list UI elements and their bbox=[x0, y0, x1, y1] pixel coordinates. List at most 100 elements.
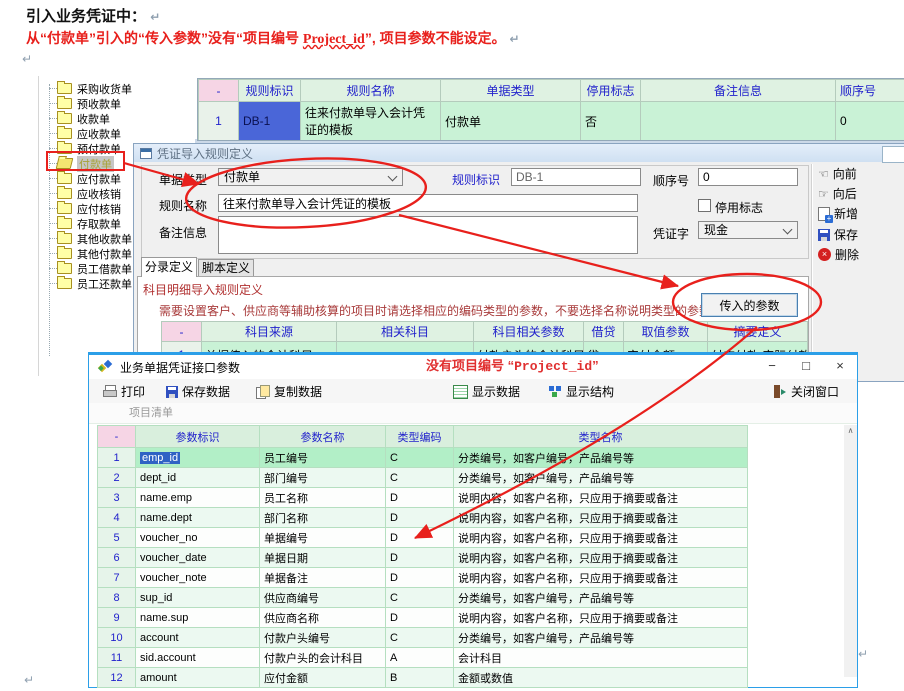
type-name-cell[interactable]: 说明内容，如客户名称，只应用于摘要或备注 bbox=[454, 508, 748, 528]
row-number-cell[interactable]: 9 bbox=[98, 608, 136, 628]
param-name-cell[interactable]: 员工编号 bbox=[260, 448, 386, 468]
type-name-cell[interactable]: 会计科目 bbox=[454, 648, 748, 668]
doc-type-combobox[interactable]: 付款单 bbox=[218, 168, 403, 186]
param-id-cell[interactable]: emp_id bbox=[136, 448, 260, 468]
param-name-cell[interactable]: 应付金额 bbox=[260, 668, 386, 688]
param-name-cell[interactable]: 供应商名称 bbox=[260, 608, 386, 628]
rule-id-field[interactable] bbox=[511, 168, 641, 186]
row-number-cell[interactable]: 11 bbox=[98, 648, 136, 668]
row-number-cell[interactable]: 10 bbox=[98, 628, 136, 648]
minimize-button[interactable]: − bbox=[761, 357, 783, 375]
param-name-cell[interactable]: 单据备注 bbox=[260, 568, 386, 588]
param-id-cell[interactable]: name.dept bbox=[136, 508, 260, 528]
note-field[interactable] bbox=[218, 216, 638, 254]
window-control-partial[interactable] bbox=[882, 146, 904, 163]
type-name-cell[interactable]: 分类编号，如客户编号，产品编号等 bbox=[454, 588, 748, 608]
table-row[interactable]: 1 DB-1 往来付款单导入会计凭证的模板 付款单 否 0 bbox=[199, 102, 904, 141]
param-id-cell[interactable]: name.emp bbox=[136, 488, 260, 508]
rule-name-cell[interactable]: 往来付款单导入会计凭证的模板 bbox=[301, 102, 441, 141]
order-field[interactable] bbox=[698, 168, 798, 186]
table-row[interactable]: 9 name.sup 供应商名称 D 说明内容，如客户名称，只应用于摘要或备注 bbox=[98, 608, 748, 628]
show-structure-button[interactable]: 显示结构 bbox=[548, 383, 614, 400]
save-data-button[interactable]: 保存数据 bbox=[166, 383, 230, 400]
param-id-cell[interactable]: dept_id bbox=[136, 468, 260, 488]
row-number-cell[interactable]: 12 bbox=[98, 668, 136, 688]
disabled-flag-cell[interactable]: 否 bbox=[581, 102, 641, 141]
copy-data-button[interactable]: 复制数据 bbox=[256, 383, 322, 400]
type-code-cell[interactable]: D bbox=[386, 508, 454, 528]
show-data-button[interactable]: 显示数据 bbox=[453, 383, 520, 400]
param-name-cell[interactable]: 付款户头编号 bbox=[260, 628, 386, 648]
param-id-cell[interactable]: voucher_note bbox=[136, 568, 260, 588]
row-number-cell[interactable]: 7 bbox=[98, 568, 136, 588]
row-number-cell[interactable]: 1 bbox=[199, 102, 239, 141]
table-row[interactable]: 7 voucher_note 单据备注 D 说明内容，如客户名称，只应用于摘要或… bbox=[98, 568, 748, 588]
param-id-cell[interactable]: voucher_date bbox=[136, 548, 260, 568]
type-name-cell[interactable]: 说明内容，如客户名称，只应用于摘要或备注 bbox=[454, 548, 748, 568]
disable-checkbox[interactable] bbox=[698, 199, 711, 212]
type-name-cell[interactable]: 分类编号，如客户编号，产品编号等 bbox=[454, 448, 748, 468]
type-name-cell[interactable]: 说明内容，如客户名称，只应用于摘要或备注 bbox=[454, 488, 748, 508]
tree-item[interactable]: 预收款单 bbox=[39, 96, 197, 111]
close-button[interactable]: × bbox=[829, 357, 851, 375]
doc-type-cell[interactable]: 付款单 bbox=[441, 102, 581, 141]
param-name-cell[interactable]: 付款户头的会计科目 bbox=[260, 648, 386, 668]
incoming-params-button[interactable]: 传入的参数 bbox=[701, 293, 798, 317]
tree-item[interactable]: 收款单 bbox=[39, 111, 197, 126]
order-cell[interactable]: 0 bbox=[836, 102, 904, 141]
param-name-cell[interactable]: 单据编号 bbox=[260, 528, 386, 548]
param-name-cell[interactable]: 单据日期 bbox=[260, 548, 386, 568]
table-row[interactable]: 6 voucher_date 单据日期 D 说明内容，如客户名称，只应用于摘要或… bbox=[98, 548, 748, 568]
type-name-cell[interactable]: 说明内容，如客户名称，只应用于摘要或备注 bbox=[454, 568, 748, 588]
type-code-cell[interactable]: C bbox=[386, 448, 454, 468]
table-row[interactable]: 8 sup_id 供应商编号 C 分类编号，如客户编号，产品编号等 bbox=[98, 588, 748, 608]
save-button[interactable]: 保存 bbox=[818, 226, 858, 243]
type-name-cell[interactable]: 说明内容，如客户名称，只应用于摘要或备注 bbox=[454, 528, 748, 548]
param-id-cell[interactable]: account bbox=[136, 628, 260, 648]
param-id-cell[interactable]: name.sup bbox=[136, 608, 260, 628]
table-row[interactable]: 4 name.dept 部门名称 D 说明内容，如客户名称，只应用于摘要或备注 bbox=[98, 508, 748, 528]
type-name-cell[interactable]: 分类编号，如客户编号，产品编号等 bbox=[454, 628, 748, 648]
delete-button[interactable]: ×删除 bbox=[818, 246, 859, 263]
maximize-button[interactable]: □ bbox=[795, 357, 817, 375]
type-code-cell[interactable]: C bbox=[386, 628, 454, 648]
vertical-scrollbar[interactable]: ∧ bbox=[844, 425, 857, 677]
table-row[interactable]: 1 emp_id 员工编号 C 分类编号，如客户编号，产品编号等 bbox=[98, 448, 748, 468]
row-number-cell[interactable]: 3 bbox=[98, 488, 136, 508]
rule-id-cell[interactable]: DB-1 bbox=[239, 102, 301, 141]
add-button[interactable]: 新增 bbox=[818, 205, 858, 222]
tab-item-list[interactable]: 项目清单 bbox=[129, 407, 173, 419]
type-name-cell[interactable]: 说明内容，如客户名称，只应用于摘要或备注 bbox=[454, 608, 748, 628]
table-row[interactable]: 3 name.emp 员工名称 D 说明内容，如客户名称，只应用于摘要或备注 bbox=[98, 488, 748, 508]
tab-entry-definition[interactable]: 分录定义 bbox=[141, 257, 197, 277]
type-code-cell[interactable]: B bbox=[386, 668, 454, 688]
forward-button[interactable]: ☜向前 bbox=[818, 165, 857, 182]
print-button[interactable]: 打印 bbox=[103, 383, 145, 400]
tree-item[interactable]: 应收款单 bbox=[39, 126, 197, 141]
row-number-cell[interactable]: 8 bbox=[98, 588, 136, 608]
param-name-cell[interactable]: 部门编号 bbox=[260, 468, 386, 488]
type-code-cell[interactable]: C bbox=[386, 468, 454, 488]
type-code-cell[interactable]: D bbox=[386, 528, 454, 548]
param-id-cell[interactable]: sup_id bbox=[136, 588, 260, 608]
row-number-cell[interactable]: 6 bbox=[98, 548, 136, 568]
type-code-cell[interactable]: D bbox=[386, 608, 454, 628]
param-id-cell[interactable]: sid.account bbox=[136, 648, 260, 668]
param-name-cell[interactable]: 员工名称 bbox=[260, 488, 386, 508]
backward-button[interactable]: ☞向后 bbox=[818, 185, 857, 202]
param-id-cell[interactable]: amount bbox=[136, 668, 260, 688]
close-window-button[interactable]: 关闭窗口 bbox=[773, 383, 839, 400]
voucher-word-combobox[interactable]: 现金 bbox=[698, 221, 798, 239]
row-number-cell[interactable]: 1 bbox=[98, 448, 136, 468]
param-name-cell[interactable]: 部门名称 bbox=[260, 508, 386, 528]
table-row[interactable]: 2 dept_id 部门编号 C 分类编号，如客户编号，产品编号等 bbox=[98, 468, 748, 488]
type-code-cell[interactable]: A bbox=[386, 648, 454, 668]
type-name-cell[interactable]: 分类编号，如客户编号，产品编号等 bbox=[454, 468, 748, 488]
table-row[interactable]: 11 sid.account 付款户头的会计科目 A 会计科目 bbox=[98, 648, 748, 668]
table-row[interactable]: 5 voucher_no 单据编号 D 说明内容，如客户名称，只应用于摘要或备注 bbox=[98, 528, 748, 548]
param-name-cell[interactable]: 供应商编号 bbox=[260, 588, 386, 608]
table-row[interactable]: 10 account 付款户头编号 C 分类编号，如客户编号，产品编号等 bbox=[98, 628, 748, 648]
param-id-cell[interactable]: voucher_no bbox=[136, 528, 260, 548]
tab-script-definition[interactable]: 脚本定义 bbox=[198, 259, 254, 277]
type-name-cell[interactable]: 金额或数值 bbox=[454, 668, 748, 688]
